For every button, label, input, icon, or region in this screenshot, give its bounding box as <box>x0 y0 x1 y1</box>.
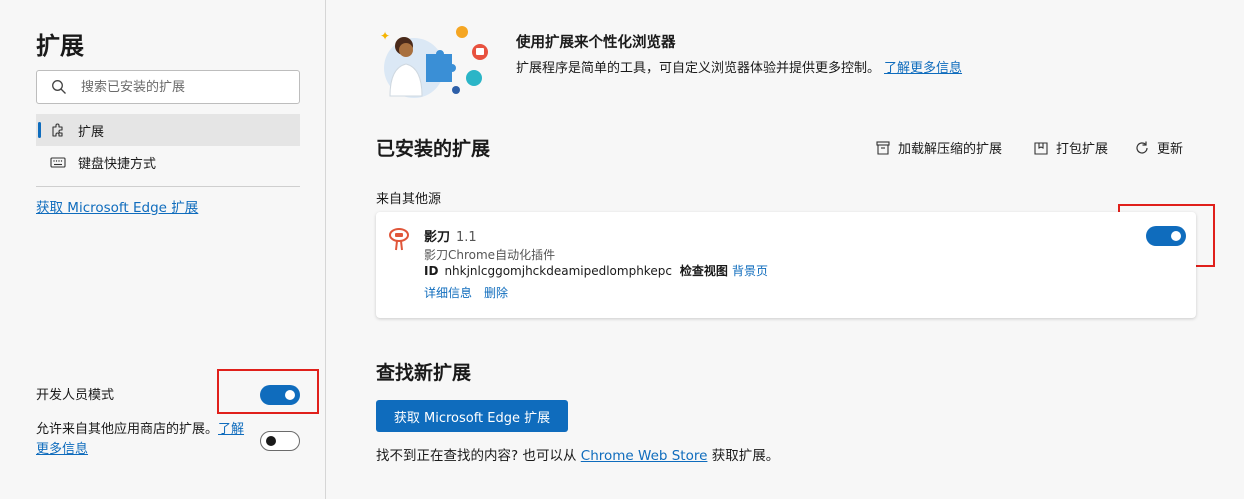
svg-text:✦: ✦ <box>380 29 390 43</box>
puzzle-icon <box>52 123 63 137</box>
sidebar-title: 扩展 <box>36 32 84 60</box>
source-label: 来自其他源 <box>376 192 442 207</box>
box-icon <box>876 140 890 155</box>
sidebar-item-shortcuts[interactable]: 键盘快捷方式 <box>36 146 300 178</box>
toggle-knob <box>266 436 276 446</box>
sidebar-item-extensions[interactable]: 扩展 <box>36 114 300 146</box>
toggle-knob <box>1171 231 1181 241</box>
allow-other-stores-text: 允许来自其他应用商店的扩展。了解更多信息 <box>36 420 248 460</box>
extension-id-line: ID nhkjnlcggomjhckdeamipedlomphkepc 检查视图 背景… <box>424 262 768 279</box>
pack-extension-button[interactable]: 打包扩展 <box>1032 138 1108 157</box>
get-edge-extensions-link[interactable]: 获取 Microsoft Edge 扩展 <box>36 196 198 216</box>
find-help-text: 找不到正在查找的内容? 也可以从 Chrome Web Store 获取扩展。 <box>376 444 779 464</box>
inspect-views-label: 检查视图 <box>679 264 728 278</box>
sidebar: 扩展 扩展 键盘快捷方式 获取 Microsoft Edge 扩展 开发人员模式… <box>0 0 326 499</box>
find-text-before: 找不到正在查找的内容? 也可以从 <box>376 448 577 464</box>
sidebar-item-label: 扩展 <box>78 124 105 140</box>
pack-extension-label: 打包扩展 <box>1056 142 1109 157</box>
chrome-web-store-link[interactable]: Chrome Web Store <box>581 448 708 464</box>
extension-version: 1.1 <box>456 230 477 245</box>
details-link[interactable]: 详细信息 <box>424 286 472 300</box>
extension-name-line: 影刀 1.1 <box>424 226 477 245</box>
allow-other-stores-label: 允许来自其他应用商店的扩展。 <box>36 422 219 437</box>
get-edge-extensions-button[interactable]: 获取 Microsoft Edge 扩展 <box>376 400 568 432</box>
allow-other-stores-toggle[interactable] <box>260 431 300 451</box>
id-label: ID <box>424 264 439 278</box>
refresh-icon <box>1136 141 1148 154</box>
extension-id: nhkjnlcggomjhckdeamipedlomphkepc <box>444 264 672 278</box>
installed-section-title: 已安装的扩展 <box>376 138 491 160</box>
find-section-title: 查找新扩展 <box>376 362 472 384</box>
extension-name: 影刀 <box>424 230 451 245</box>
search-icon <box>52 80 66 94</box>
developer-mode-label: 开发人员模式 <box>36 388 115 403</box>
search-input[interactable] <box>81 71 291 103</box>
keyboard-icon <box>50 157 66 168</box>
background-page-link[interactable]: 背景页 <box>732 264 768 278</box>
hero-desc-text: 扩展程序是简单的工具，可自定义浏览器体验并提供更多控制。 <box>516 61 881 76</box>
update-button[interactable]: 更新 <box>1133 138 1183 157</box>
remove-link[interactable]: 删除 <box>484 286 508 300</box>
package-icon <box>1034 141 1048 155</box>
hero-title: 使用扩展来个性化浏览器 <box>516 35 676 51</box>
hero-illustration: ✦ <box>380 26 488 98</box>
load-unpacked-label: 加载解压缩的扩展 <box>898 142 1003 157</box>
extension-card: 影刀 1.1 影刀Chrome自动化插件 ID nhkjnlcggomjhckdea… <box>376 212 1196 318</box>
update-label: 更新 <box>1157 142 1184 157</box>
extension-enabled-toggle[interactable] <box>1146 226 1186 246</box>
hero-description: 扩展程序是简单的工具，可自定义浏览器体验并提供更多控制。 了解更多信息 <box>516 57 962 76</box>
hero-learn-more-link[interactable]: 了解更多信息 <box>884 61 962 76</box>
search-box[interactable] <box>36 70 300 104</box>
sidebar-divider <box>36 186 300 187</box>
highlight-box <box>217 369 319 414</box>
sidebar-item-label: 键盘快捷方式 <box>78 156 157 172</box>
yingdao-logo-icon <box>389 228 409 251</box>
load-unpacked-button[interactable]: 加载解压缩的扩展 <box>874 138 1002 157</box>
find-text-after: 获取扩展。 <box>711 448 780 464</box>
extension-links: 详细信息 删除 <box>424 284 520 301</box>
extension-description: 影刀Chrome自动化插件 <box>424 248 556 262</box>
